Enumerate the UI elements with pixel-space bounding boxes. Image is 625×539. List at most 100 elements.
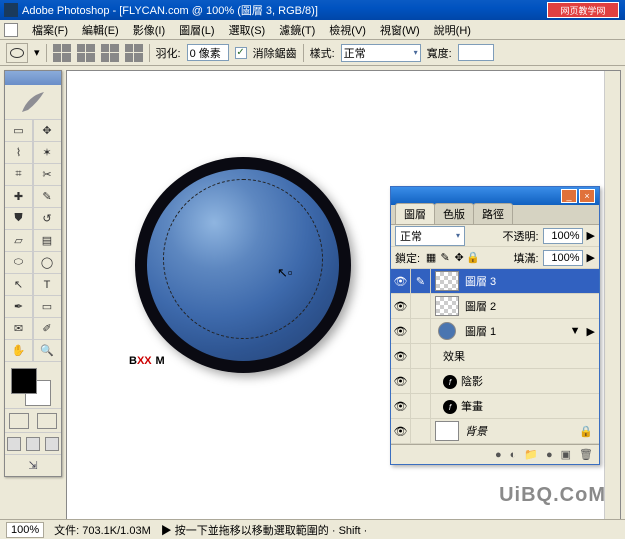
lasso-tool[interactable]: ⌇: [5, 142, 32, 163]
blend-mode-select[interactable]: 正常▾: [395, 226, 465, 246]
layer-row[interactable]: 👁 背景 🔒: [391, 419, 599, 444]
scrollbar-vertical[interactable]: [604, 71, 620, 523]
link-icon[interactable]: [411, 319, 431, 343]
zoom-tool[interactable]: 🔍: [34, 340, 61, 361]
link-icon[interactable]: [411, 294, 431, 318]
visibility-icon[interactable]: 👁: [391, 369, 411, 393]
hand-tool[interactable]: ✋: [5, 340, 32, 361]
jump-to-icon[interactable]: ⇲: [5, 454, 61, 476]
layer-thumb[interactable]: [438, 322, 456, 340]
menu-file[interactable]: 檔案(F): [26, 20, 74, 40]
trash-icon[interactable]: 🗑: [579, 448, 593, 461]
brush-tool[interactable]: ✎: [34, 186, 61, 207]
effects-label: 效果: [431, 348, 599, 364]
selection-mode-int[interactable]: [125, 44, 143, 62]
selection-mode-sub[interactable]: [101, 44, 119, 62]
mask-mode[interactable]: [5, 408, 61, 432]
tab-channels[interactable]: 色版: [434, 203, 474, 224]
minimize-icon[interactable]: _: [561, 189, 577, 203]
menu-image[interactable]: 影像(I): [127, 20, 171, 40]
notes-tool[interactable]: ✉: [5, 318, 32, 339]
crop-tool[interactable]: ⌗: [5, 164, 32, 185]
wand-tool[interactable]: ✶: [34, 142, 61, 163]
visibility-icon[interactable]: 👁: [391, 269, 411, 293]
layer-thumb[interactable]: [435, 296, 459, 316]
current-tool-icon[interactable]: [6, 43, 28, 63]
type-tool[interactable]: T: [34, 274, 61, 295]
visibility-icon[interactable]: 👁: [391, 319, 411, 343]
layer-name[interactable]: 圖層 1: [463, 323, 570, 339]
visibility-icon[interactable]: 👁: [391, 294, 411, 318]
watermark-bottom: UiBQ.CoM: [499, 484, 606, 507]
screen-mode[interactable]: [5, 432, 61, 454]
menu-help[interactable]: 說明(H): [428, 20, 477, 40]
path-tool[interactable]: ↖: [5, 274, 32, 295]
visibility-icon[interactable]: 👁: [391, 419, 411, 443]
fill-flyout-icon[interactable]: ▶: [587, 251, 595, 264]
link-icon[interactable]: [411, 419, 431, 443]
layer-thumb[interactable]: [435, 271, 459, 291]
color-swatch[interactable]: [5, 362, 61, 408]
layer-effects-row[interactable]: 👁 效果: [391, 344, 599, 369]
layer-row[interactable]: 👁 ✎ 圖層 3: [391, 269, 599, 294]
blur-tool[interactable]: ⬭: [5, 252, 32, 273]
layer-name[interactable]: 圖層 2: [463, 298, 599, 314]
menu-view[interactable]: 檢視(V): [323, 20, 372, 40]
zoom-display[interactable]: 100%: [6, 522, 44, 538]
chevron-down-icon[interactable]: ▾: [34, 46, 40, 59]
lock-buttons[interactable]: ▦✎✥🔒: [424, 251, 480, 265]
adjust-button-icon[interactable]: ●: [546, 449, 553, 461]
shape-tool[interactable]: ▭: [34, 296, 61, 317]
effect-name[interactable]: f筆畫: [431, 398, 599, 415]
visibility-icon[interactable]: 👁: [391, 394, 411, 418]
selection-mode-add[interactable]: [77, 44, 95, 62]
edit-icon[interactable]: ✎: [411, 269, 431, 293]
opacity-flyout-icon[interactable]: ▶: [587, 229, 595, 242]
mask-button-icon[interactable]: ◐: [510, 449, 517, 461]
eraser-tool[interactable]: ▱: [5, 230, 32, 251]
effect-name[interactable]: f陰影: [431, 373, 599, 390]
options-bar: ▾ 羽化: ✓ 消除鋸齒 樣式: 正常▾ 寬度:: [0, 40, 625, 66]
eyedropper-tool[interactable]: ✐: [34, 318, 61, 339]
heal-tool[interactable]: ✚: [5, 186, 32, 207]
foreground-color[interactable]: [11, 368, 37, 394]
width-input[interactable]: [458, 44, 494, 61]
menu-select[interactable]: 選取(S): [223, 20, 272, 40]
layer-effect-row[interactable]: 👁 f陰影: [391, 369, 599, 394]
menu-filter[interactable]: 濾鏡(T): [273, 20, 321, 40]
stamp-tool[interactable]: ⛊: [5, 208, 32, 229]
history-brush-tool[interactable]: ↺: [34, 208, 61, 229]
gradient-tool[interactable]: ▤: [34, 230, 61, 251]
fx-button-icon[interactable]: ●: [495, 449, 502, 461]
menu-layer[interactable]: 圖層(L): [173, 20, 220, 40]
move-tool[interactable]: ✥: [34, 120, 61, 141]
pen-tool[interactable]: ✒: [5, 296, 32, 317]
layer-name[interactable]: 背景: [463, 423, 579, 439]
tab-paths[interactable]: 路徑: [473, 203, 513, 224]
feather-input[interactable]: [187, 44, 229, 61]
close-icon[interactable]: ×: [579, 189, 595, 203]
menu-edit[interactable]: 編輯(E): [76, 20, 125, 40]
visibility-icon[interactable]: 👁: [391, 344, 411, 368]
dodge-tool[interactable]: ◯: [34, 252, 61, 273]
style-select[interactable]: 正常▾: [341, 44, 421, 62]
tab-layers[interactable]: 圖層: [395, 203, 435, 224]
menu-window[interactable]: 視窗(W): [374, 20, 426, 40]
antialias-checkbox[interactable]: ✓: [235, 47, 247, 59]
opacity-input[interactable]: 100%: [543, 228, 583, 244]
fill-input[interactable]: 100%: [543, 250, 583, 266]
layer-name[interactable]: 圖層 3: [463, 273, 599, 289]
layer-effect-row[interactable]: 👁 f筆畫: [391, 394, 599, 419]
selection-mode-new[interactable]: [53, 44, 71, 62]
marquee-tool[interactable]: ▭: [5, 120, 32, 141]
layer-row[interactable]: 👁 圖層 1 ▼ ▶: [391, 319, 599, 344]
slice-tool[interactable]: ✂: [34, 164, 61, 185]
doc-icon[interactable]: [4, 23, 18, 37]
new-layer-icon[interactable]: ▣: [561, 448, 571, 461]
layer-thumb[interactable]: [435, 421, 459, 441]
folder-button-icon[interactable]: 📁: [524, 448, 538, 461]
layer-row[interactable]: 👁 圖層 2: [391, 294, 599, 319]
fx-collapse-icon[interactable]: ▼: [570, 325, 581, 337]
toolbox-titlebar[interactable]: [5, 71, 61, 85]
fx-flyout-icon[interactable]: ▶: [587, 325, 595, 338]
